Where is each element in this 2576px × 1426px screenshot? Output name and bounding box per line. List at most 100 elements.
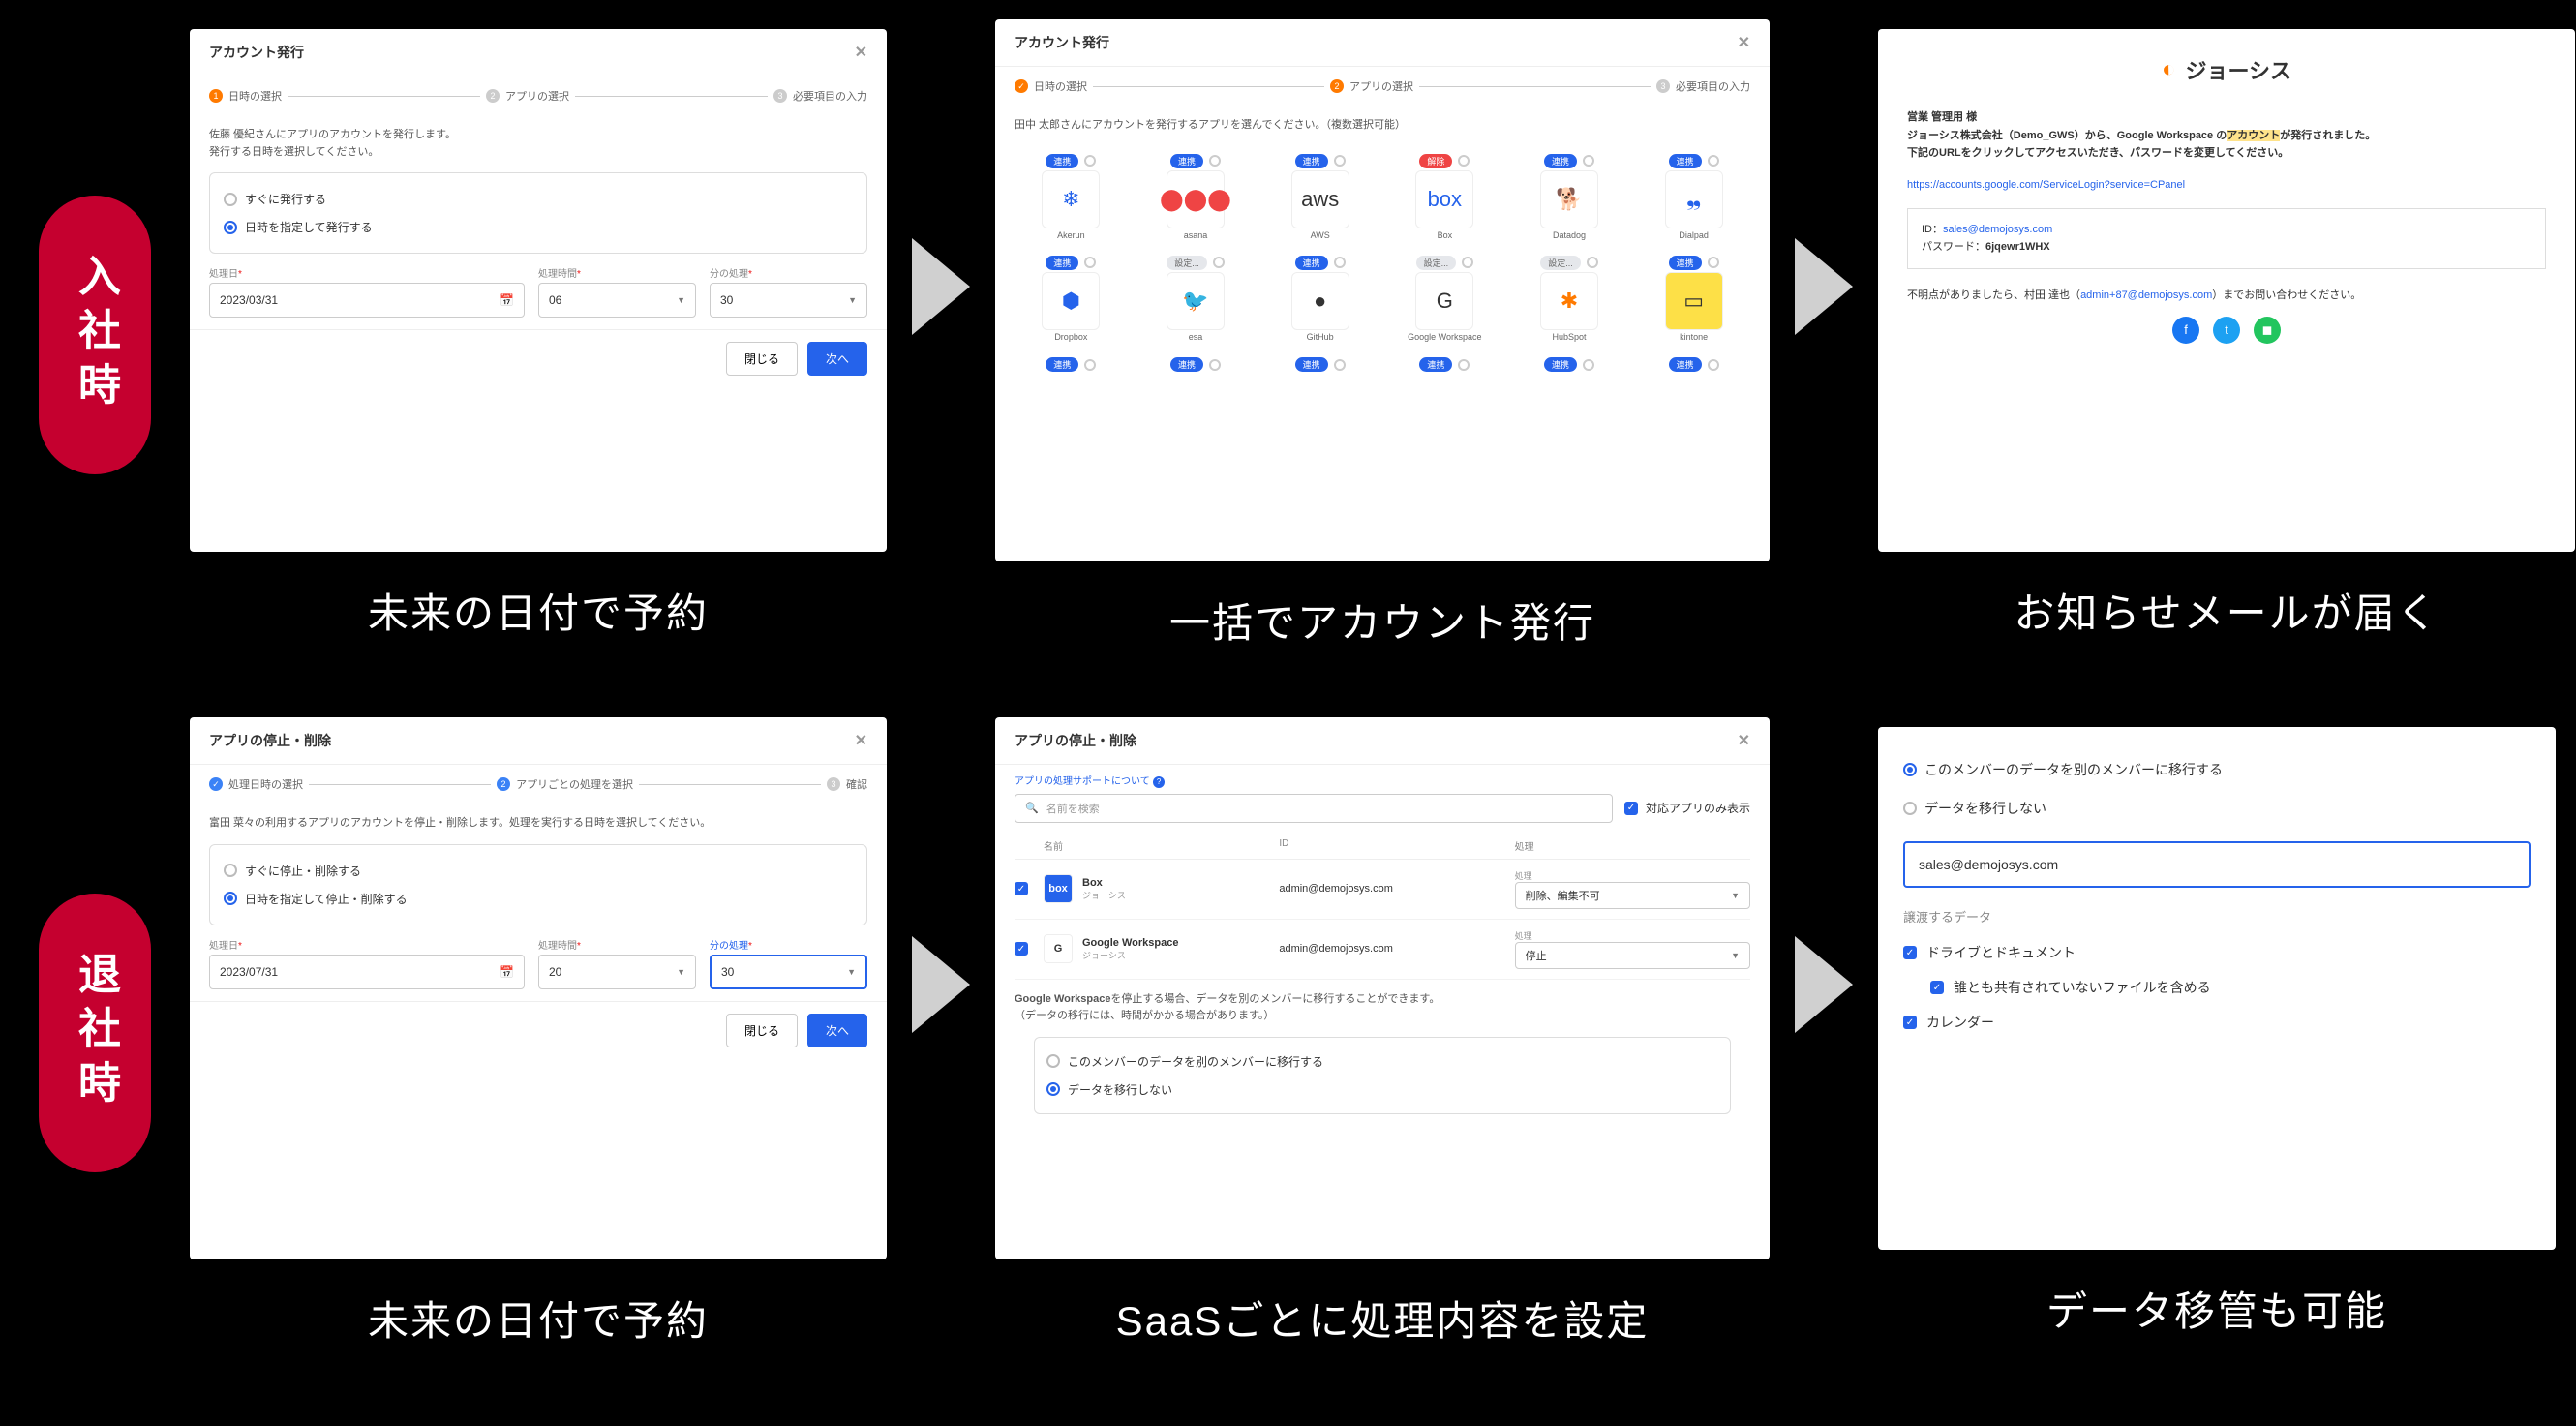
twitter-icon[interactable]: t: [2213, 317, 2240, 344]
app-icon: ⬤⬤⬤: [1167, 170, 1225, 228]
radio-icon: [1903, 802, 1917, 815]
app-cell[interactable]: 設定... 🐦 esa: [1139, 252, 1253, 342]
input-process-date[interactable]: 2023/03/31📅: [209, 283, 525, 318]
email-url-link[interactable]: https://accounts.google.com/ServiceLogin…: [1907, 179, 2185, 191]
app-icon: ⬢: [1042, 272, 1100, 330]
close-icon[interactable]: ✕: [1738, 731, 1750, 750]
select-hour[interactable]: 06▼: [538, 283, 696, 318]
hint-text: 田中 太郎さんにアカウントを発行するアプリを選んでください。（複数選択可能）: [1015, 117, 1750, 135]
radio-label: すぐに発行する: [245, 191, 326, 207]
input-process-date[interactable]: 2023/07/31 📅: [209, 955, 525, 989]
flow-arrow-icon: [1795, 936, 1853, 1033]
app-cell[interactable]: 連携 🐕 Datadog: [1513, 150, 1626, 240]
next-button[interactable]: 次へ: [807, 342, 867, 376]
app-badge: 解除: [1419, 154, 1452, 168]
card-account-issue-step1: アカウント発行 ✕ 1日時の選択 2アプリの選択 3必要項目の入力 佐藤 優紀さ…: [190, 29, 887, 552]
radio-label: 日時を指定して停止・削除する: [245, 891, 408, 907]
search-icon: 🔍: [1025, 802, 1039, 814]
caption: 未来の日付で予約: [368, 1289, 709, 1348]
step-dot-3: 3: [1656, 79, 1670, 93]
app-badge: 連携: [1544, 357, 1577, 372]
minute-value: 30: [721, 965, 734, 979]
note-app-name: Google Workspace: [1015, 993, 1110, 1005]
app-cell[interactable]: 連携 ⬤⬤⬤ asana: [1139, 150, 1253, 240]
checkbox-row[interactable]: ✓ ドライブとドキュメント: [1903, 935, 2531, 970]
close-icon[interactable]: ✕: [1738, 33, 1750, 52]
app-badge: 連携: [1669, 154, 1702, 168]
checkbox-row[interactable]: ✓ 誰とも共有されていないファイルを含める: [1903, 970, 2531, 1005]
social-icon[interactable]: ◼: [2254, 317, 2281, 344]
search-input[interactable]: 🔍名前を検索: [1015, 794, 1613, 823]
radio-icon: [1046, 1082, 1060, 1096]
select-minute[interactable]: 30▼: [710, 283, 867, 318]
radio-migrate[interactable]: このメンバーのデータを別のメンバーに移行する: [1903, 750, 2531, 789]
app-cell[interactable]: 設定... G Google Workspace: [1388, 252, 1501, 342]
th-process: 処理: [1515, 838, 1750, 853]
radio-icon: [224, 221, 237, 234]
app-cell[interactable]: 連携: [1263, 353, 1377, 372]
radio-migrate[interactable]: このメンバーのデータを別のメンバーに移行する: [1046, 1047, 1718, 1076]
social-icons: f t ◼: [1878, 305, 2575, 355]
select-minute[interactable]: 30▼: [710, 955, 867, 989]
email-footer: ）までお問い合わせください。: [2212, 289, 2361, 301]
next-button[interactable]: 次へ: [807, 1014, 867, 1047]
radio-issue-scheduled[interactable]: 日時を指定して発行する: [224, 213, 853, 241]
app-cell[interactable]: 連携: [1015, 353, 1128, 372]
radio-stop-now[interactable]: すぐに停止・削除する: [224, 857, 853, 885]
select-hour[interactable]: 20▼: [538, 955, 696, 989]
radio-stop-scheduled[interactable]: 日時を指定して停止・削除する: [224, 885, 853, 913]
hint-text: 佐藤 優紀さんにアプリのアカウントを発行します。: [209, 129, 456, 140]
flow-arrow-icon: [1795, 238, 1853, 335]
chevron-down-icon: ▼: [848, 295, 857, 305]
caption: データ移管も可能: [2046, 1279, 2387, 1338]
date-value: 2023/07/31: [220, 965, 278, 979]
app-icon: box: [1415, 170, 1473, 228]
app-id: admin@demojosys.com: [1279, 943, 1514, 955]
app-cell[interactable]: 連携 ⬢ Dropbox: [1015, 252, 1128, 342]
close-icon[interactable]: ✕: [855, 43, 867, 62]
select-ring-icon: [1587, 257, 1598, 268]
app-cell[interactable]: 連携 ▭ kintone: [1637, 252, 1750, 342]
app-cell[interactable]: 連携: [1139, 353, 1253, 372]
app-cell[interactable]: 連携 aws AWS: [1263, 150, 1377, 240]
close-icon[interactable]: ✕: [855, 731, 867, 750]
app-cell[interactable]: 連携: [1513, 353, 1626, 372]
app-cell[interactable]: 連携: [1637, 353, 1750, 372]
radio-no-migrate[interactable]: データを移行しない: [1903, 789, 2531, 828]
checkbox-row[interactable]: ✓ カレンダー: [1903, 1005, 2531, 1040]
help-link[interactable]: アプリの処理サポートについて: [1015, 776, 1150, 787]
select-ring-icon: [1084, 257, 1096, 268]
hour-value: 06: [549, 293, 561, 307]
radio-issue-now[interactable]: すぐに発行する: [224, 185, 853, 213]
row-checkbox[interactable]: ✓: [1015, 942, 1028, 956]
app-cell[interactable]: 連携 ● GitHub: [1263, 252, 1377, 342]
contact-email-link[interactable]: admin+87@demojosys.com: [2080, 289, 2212, 301]
flow-arrow-icon: [912, 238, 970, 335]
app-cell[interactable]: 解除 box Box: [1388, 150, 1501, 240]
email-line: が発行されました。: [2280, 130, 2376, 141]
step-label-3: 必要項目の入力: [1676, 78, 1750, 94]
app-cell[interactable]: 連携: [1388, 353, 1501, 372]
card-app-stop-table: アプリの停止・削除 ✕ アプリの処理サポートについて ? 🔍名前を検索 ✓対応ア…: [995, 717, 1770, 1259]
action-value: 削除、編集不可: [1526, 888, 1600, 903]
card-app-stop-step1: アプリの停止・削除 ✕ ✓処理日時の選択 2アプリごとの処理を選択 3確認 富田…: [190, 717, 887, 1259]
select-action[interactable]: 停止▼: [1515, 942, 1750, 969]
table-row: ✓ box Boxジョーシス admin@demojosys.com 処理 削除…: [1015, 860, 1750, 920]
app-cell[interactable]: 設定... ✱ HubSpot: [1513, 252, 1626, 342]
input-target-email[interactable]: sales@demojosys.com: [1903, 841, 2531, 888]
app-sub: ジョーシス: [1082, 891, 1126, 900]
app-cell[interactable]: 連携 ❠ Dialpad: [1637, 150, 1750, 240]
app-cell[interactable]: 連携 ❄ Akerun: [1015, 150, 1128, 240]
card-account-issue-select-apps: アカウント発行 ✕ ✓日時の選択 2アプリの選択 3必要項目の入力 田中 太郎さ…: [995, 19, 1770, 561]
step-label-1: 処理日時の選択: [228, 776, 303, 792]
id-value[interactable]: sales@demojosys.com: [1943, 224, 2052, 235]
calendar-icon: 📅: [500, 965, 514, 979]
close-button[interactable]: 閉じる: [726, 1014, 798, 1047]
filter-checkbox[interactable]: ✓対応アプリのみ表示: [1624, 800, 1750, 816]
radio-no-migrate[interactable]: データを移行しない: [1046, 1076, 1718, 1104]
facebook-icon[interactable]: f: [2172, 317, 2199, 344]
row-checkbox[interactable]: ✓: [1015, 882, 1028, 895]
checkbox-label: ドライブとドキュメント: [1926, 943, 2076, 962]
select-action[interactable]: 削除、編集不可▼: [1515, 882, 1750, 909]
close-button[interactable]: 閉じる: [726, 342, 798, 376]
